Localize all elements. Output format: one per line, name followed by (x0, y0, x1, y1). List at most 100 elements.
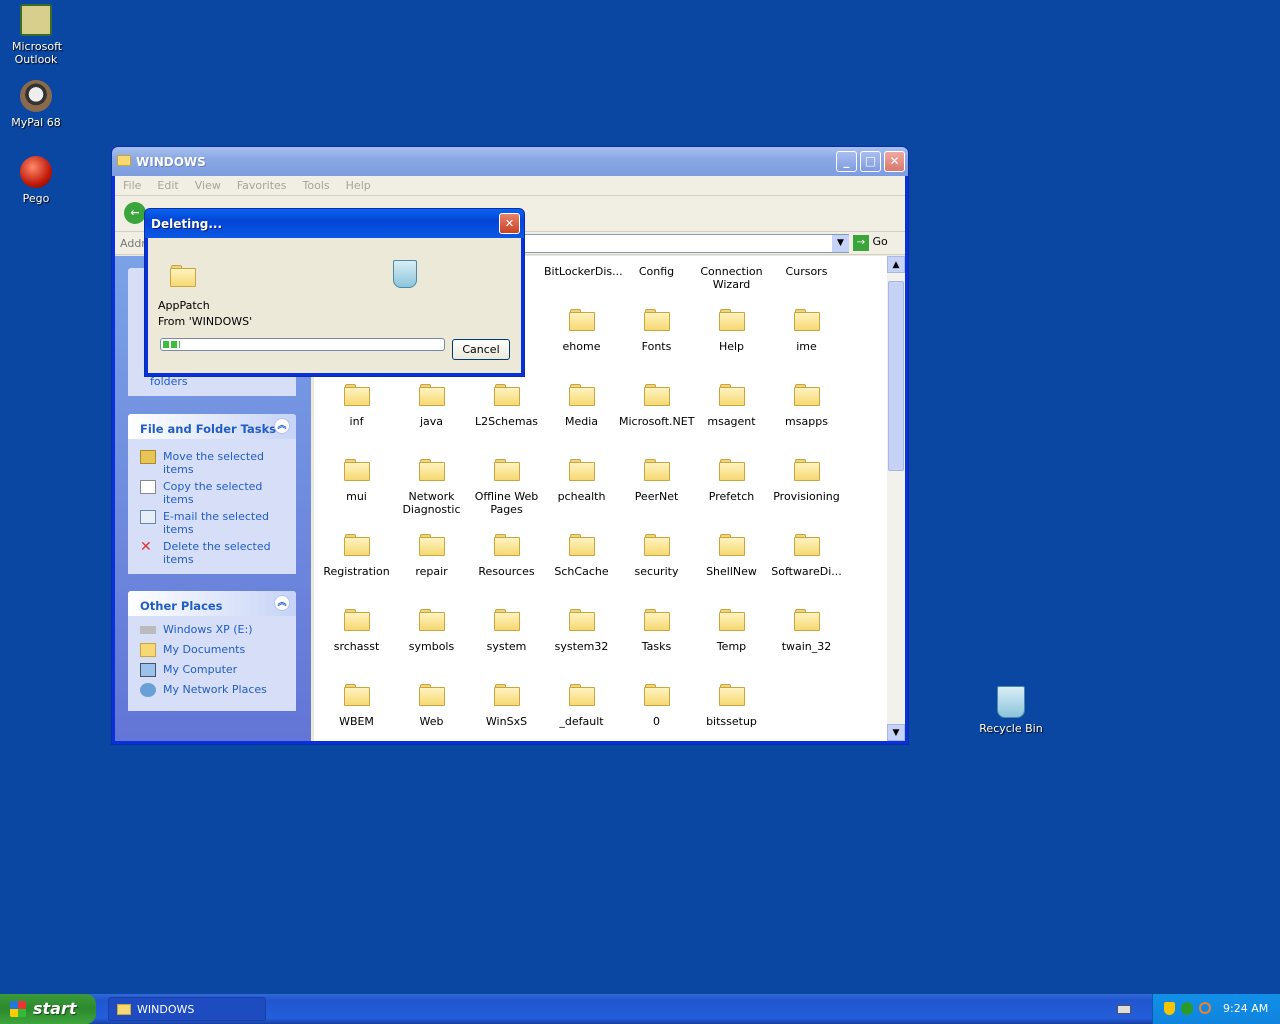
close-button[interactable]: ✕ (884, 151, 905, 172)
menu-favorites[interactable]: Favorites (237, 179, 287, 192)
network-icon[interactable] (1181, 1002, 1193, 1015)
menu-edit[interactable]: Edit (157, 179, 178, 192)
task-email[interactable]: E-mail the selected items (128, 510, 296, 536)
folder-item[interactable]: BitLockerDis... (544, 256, 623, 278)
folder-item[interactable]: Registration (319, 534, 394, 578)
folder-label: Resources (478, 565, 535, 578)
file-folder-tasks-panel: File and Folder Tasks ︽ Move the selected… (128, 414, 296, 574)
folder-item[interactable]: system32 (544, 609, 619, 653)
folder-item[interactable]: Resources (469, 534, 544, 578)
folder-item[interactable]: twain_32 (769, 609, 844, 653)
menu-file[interactable]: File (123, 179, 141, 192)
keyboard-icon[interactable] (1117, 1005, 1131, 1014)
go-button[interactable]: → Go (853, 235, 897, 252)
menu-help[interactable]: Help (346, 179, 371, 192)
other-places-header[interactable]: Other Places ︽ (128, 591, 296, 616)
folder-item[interactable]: msagent (694, 384, 769, 428)
folder-item[interactable]: Config (619, 256, 694, 278)
folder-item[interactable]: Connection Wizard (694, 256, 769, 291)
folder-item[interactable]: WBEM (319, 684, 394, 728)
desktop-icon-mypal[interactable]: MyPal 68 (0, 80, 72, 129)
folder-label: Microsoft.NET (619, 415, 695, 428)
folder-item[interactable]: ehome (544, 309, 619, 353)
dropdown-arrow-icon[interactable]: ▼ (832, 235, 849, 252)
menu-view[interactable]: View (195, 179, 221, 192)
folder-item[interactable]: Microsoft.NET (619, 384, 694, 428)
back-icon[interactable]: ← (124, 202, 146, 224)
place-network[interactable]: My Network Places (128, 683, 296, 697)
place-my-documents[interactable]: My Documents (128, 643, 296, 657)
folder-item[interactable]: Cursors (769, 256, 844, 278)
folder-icon (418, 534, 445, 556)
folder-item[interactable]: Web (394, 684, 469, 728)
folder-item[interactable]: PeerNet (619, 459, 694, 503)
security-shield-icon[interactable] (1164, 1002, 1175, 1015)
folder-item[interactable]: Provisioning (769, 459, 844, 503)
folder-item[interactable]: repair (394, 534, 469, 578)
folder-icon (343, 459, 370, 481)
taskbar-button-windows[interactable]: WINDOWS (108, 997, 266, 1021)
folder-item[interactable]: bitssetup (694, 684, 769, 728)
folder-item[interactable]: Temp (694, 609, 769, 653)
folder-item[interactable]: 0 (619, 684, 694, 728)
folder-item[interactable]: WinSxS (469, 684, 544, 728)
task-move[interactable]: Move the selected items (128, 450, 296, 476)
dialog-title-bar[interactable]: Deleting... ✕ (145, 209, 524, 238)
maximize-button[interactable]: □ (860, 151, 881, 172)
desktop-icon-recycle-bin[interactable]: Recycle Bin (975, 686, 1047, 735)
folder-item[interactable]: ShellNew (694, 534, 769, 578)
folder-item[interactable]: system (469, 609, 544, 653)
folder-icon (343, 609, 370, 631)
task-delete[interactable]: ✕ Delete the selected items (128, 540, 296, 566)
desktop-icon-pego[interactable]: Pego (0, 156, 72, 205)
folder-item[interactable]: SoftwareDi... (769, 534, 844, 578)
folder-item[interactable]: srchasst (319, 609, 394, 653)
folder-item[interactable]: Offline Web Pages (469, 459, 544, 516)
folder-label: system32 (554, 640, 609, 653)
folder-label: Help (718, 340, 745, 353)
folder-item[interactable]: security (619, 534, 694, 578)
clock[interactable]: 9:24 AM (1223, 1002, 1268, 1015)
folder-icon (643, 609, 670, 631)
folder-item[interactable]: symbols (394, 609, 469, 653)
dialog-title: Deleting... (151, 217, 223, 231)
folder-item[interactable]: Fonts (619, 309, 694, 353)
scroll-up-arrow[interactable]: ▲ (887, 256, 905, 273)
place-my-computer[interactable]: My Computer (128, 663, 296, 677)
place-label: My Network Places (163, 683, 267, 696)
dialog-close-button[interactable]: ✕ (499, 213, 520, 234)
title-bar[interactable]: WINDOWS _ □ ✕ (112, 147, 908, 176)
scroll-thumb[interactable] (888, 281, 904, 471)
folder-item[interactable]: Tasks (619, 609, 694, 653)
vertical-scrollbar[interactable]: ▲ ▼ (887, 256, 905, 741)
file-folder-tasks-header[interactable]: File and Folder Tasks ︽ (128, 414, 296, 439)
desktop-icon-outlook[interactable]: Microsoft Outlook (0, 4, 72, 66)
folder-item[interactable]: SchCache (544, 534, 619, 578)
folder-item[interactable]: L2Schemas (469, 384, 544, 428)
folder-item[interactable]: _default (544, 684, 619, 728)
from-text: From 'WINDOWS' (158, 315, 253, 328)
start-button[interactable]: start (0, 994, 96, 1024)
place-drive[interactable]: Windows XP (E:) (128, 623, 296, 636)
folder-label: SoftwareDi... (771, 565, 842, 578)
folder-item[interactable]: msapps (769, 384, 844, 428)
folder-item[interactable]: Network Diagnostic (394, 459, 469, 516)
minimize-button[interactable]: _ (836, 151, 857, 172)
search-icon[interactable] (1199, 1002, 1211, 1014)
folder-item[interactable]: inf (319, 384, 394, 428)
scroll-down-arrow[interactable]: ▼ (887, 724, 905, 741)
chevron-up-icon[interactable]: ︽ (274, 595, 290, 611)
folder-item[interactable]: java (394, 384, 469, 428)
folder-item[interactable]: mui (319, 459, 394, 503)
menu-tools[interactable]: Tools (303, 179, 330, 192)
cancel-button[interactable]: Cancel (452, 339, 510, 360)
chevron-up-icon[interactable]: ︽ (274, 418, 290, 434)
folder-label: twain_32 (781, 640, 832, 653)
folder-item[interactable]: Prefetch (694, 459, 769, 503)
red-ball-icon (20, 156, 52, 188)
task-copy[interactable]: Copy the selected items (128, 480, 296, 506)
folder-item[interactable]: Help (694, 309, 769, 353)
folder-item[interactable]: ime (769, 309, 844, 353)
folder-item[interactable]: pchealth (544, 459, 619, 503)
folder-item[interactable]: Media (544, 384, 619, 428)
